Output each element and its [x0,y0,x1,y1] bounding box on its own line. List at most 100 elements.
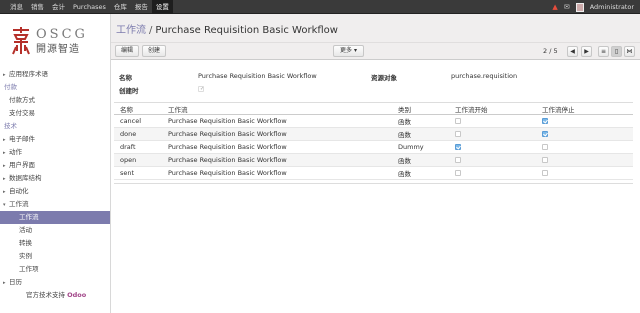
cell-kind: Dummy [392,140,449,154]
create-button[interactable]: 创建 [142,45,166,57]
list-view-button[interactable]: ≡ [598,46,609,57]
cell-flow-start [449,166,536,180]
top-menu-accounting[interactable]: 会计 [48,0,69,14]
breadcrumb: 工作流 / Purchase Requisition Basic Workflow [116,21,338,36]
sidebar-item-actions[interactable]: ▸ 动作 [0,146,110,159]
breadcrumb-parent-link[interactable]: 工作流 [116,25,146,36]
sidebar-item-transitions[interactable]: 转换 [0,237,110,250]
top-menu-settings[interactable]: 设置 [151,0,173,14]
flow-stop-checkbox [542,131,548,137]
logo-mark-icon [12,27,30,55]
on-create-checkbox[interactable]: ✓ [198,86,204,92]
table-row[interactable]: open Purchase Requisition Basic Workflow… [114,153,633,167]
cell-kind: 函数 [392,127,449,141]
pager-counter[interactable]: 2 / 5 [543,43,558,60]
logo[interactable]: OSCG 開源智造 [0,14,110,68]
sidebar-item-instances[interactable]: 实例 [0,250,110,263]
logo-text-cn: 開源智造 [36,43,80,55]
top-menu-sales[interactable]: 销售 [27,0,48,14]
column-header-flow-start[interactable]: 工作流开始 [449,102,536,115]
next-record-button[interactable]: ▶ [581,46,592,57]
activities-table: 名称 工作流 类别 工作流开始 工作流停止 cancel Purchase Re… [114,102,633,180]
table-row[interactable]: sent Purchase Requisition Basic Workflow… [114,166,633,180]
form-sheet: 名称 Purchase Requisition Basic Workflow 资… [111,61,640,313]
sidebar-item-workflows-group[interactable]: ▾ 工作流 [0,198,110,211]
table-header-row: 名称 工作流 类别 工作流开始 工作流停止 [114,102,633,115]
sidebar-item-app-terms[interactable]: ▸ 应用程序术语 [0,68,110,81]
form-view-button[interactable]: ▯ [611,46,622,57]
cell-flow-stop [536,127,633,141]
resource-object-field[interactable]: purchase.requisition [451,72,517,80]
footer-brand: Odoo [67,291,87,299]
cell-flow-stop [536,166,633,180]
name-field[interactable]: Purchase Requisition Basic Workflow [198,72,317,80]
table-row[interactable]: cancel Purchase Requisition Basic Workfl… [114,114,633,128]
cell-workflow: Purchase Requisition Basic Workflow [162,140,392,154]
footer-text: 官方技术支持 [26,291,65,299]
sidebar-menu: ▸ 应用程序术语 付款 付款方式 支付交易 技术 ▸ 电子邮件 ▸ 动作 ▸ 用户界面 … [0,68,110,302]
sidebar-item-user-interface[interactable]: ▸ 用户界面 [0,159,110,172]
top-menu-messages[interactable]: 消息 [6,0,27,14]
name-label: 名称 [119,74,132,82]
sidebar-item-label: 应用程序术语 [9,70,48,78]
top-bar: 消息 销售 会计 Purchases 仓库 报告 设置 ▲ ✉ Administ… [0,0,640,14]
sidebar-item-label: 工作流 [9,200,29,208]
sidebar-item-payment-transactions[interactable]: 支付交易 [0,107,110,120]
flow-stop-checkbox [542,157,548,163]
top-menu-warehouse[interactable]: 仓库 [110,0,131,14]
more-dropdown-button[interactable]: 更多 ▾ [333,45,364,57]
sidebar-item-email[interactable]: ▸ 电子邮件 [0,133,110,146]
cell-kind: 函数 [392,153,449,167]
sidebar-item-database-structure[interactable]: ▸ 数据库结构 [0,172,110,185]
page-title: Purchase Requisition Basic Workflow [155,25,338,36]
sidebar-item-automation[interactable]: ▸ 自动化 [0,185,110,198]
sidebar-section-technical: 技术 [4,122,17,130]
table-row[interactable]: draft Purchase Requisition Basic Workflo… [114,140,633,154]
sidebar-item-calendar[interactable]: ▸ 日历 [0,276,110,289]
flow-stop-checkbox [542,118,548,124]
sidebar-footer[interactable]: 官方技术支持 Odoo [0,289,110,302]
flow-start-checkbox [455,144,461,150]
column-header-name[interactable]: 名称 [114,102,162,115]
previous-record-button[interactable]: ◀ [567,46,578,57]
warning-icon[interactable]: ▲ [552,0,557,14]
flow-start-checkbox [455,157,461,163]
diagram-icon: ⋈ [626,48,633,55]
avatar[interactable] [575,2,584,12]
user-menu[interactable]: Administrator [590,3,634,11]
list-icon: ≡ [600,48,607,55]
cell-name: draft [114,140,162,154]
cell-name: open [114,153,162,167]
sidebar-item-activities[interactable]: 活动 [0,224,110,237]
check-icon: ✓ [200,86,205,92]
cell-flow-stop [536,153,633,167]
diagram-view-button[interactable]: ⋈ [624,46,635,57]
edit-button[interactable]: 编辑 [115,45,139,57]
arrow-right-icon: ▶ [584,48,589,55]
top-menu-reports[interactable]: 报告 [131,0,152,14]
top-menu-purchases[interactable]: Purchases [69,0,110,14]
sidebar-item-label: 电子邮件 [9,135,35,143]
page-header: 工作流 / Purchase Requisition Basic Workflow [111,14,640,43]
sidebar: OSCG 開源智造 ▸ 应用程序术语 付款 付款方式 支付交易 技术 ▸ 电子邮件 … [0,14,111,313]
sidebar-section-payment: 付款 [4,83,17,91]
arrow-left-icon: ◀ [570,48,575,55]
cell-workflow: Purchase Requisition Basic Workflow [162,127,392,141]
sidebar-item-label: 数据库结构 [9,174,42,182]
chat-bubble-icon[interactable]: ✉ [564,0,570,14]
column-header-kind[interactable]: 类别 [392,102,449,115]
column-header-flow-stop[interactable]: 工作流停止 [536,102,633,115]
form-icon: ▯ [614,48,619,55]
sidebar-item-workitems[interactable]: 工作项 [0,263,110,276]
sidebar-item-label: 动作 [9,148,22,156]
table-row[interactable]: done Purchase Requisition Basic Workflow… [114,127,633,141]
column-header-workflow[interactable]: 工作流 [162,102,392,115]
flow-start-checkbox [455,170,461,176]
sidebar-item-workflows[interactable]: 工作流 [0,211,110,224]
cell-flow-stop [536,114,633,128]
cell-flow-start [449,153,536,167]
cell-name: sent [114,166,162,180]
sidebar-item-payment-methods[interactable]: 付款方式 [0,94,110,107]
logo-text-en: OSCG [36,26,88,42]
cell-workflow: Purchase Requisition Basic Workflow [162,114,392,128]
